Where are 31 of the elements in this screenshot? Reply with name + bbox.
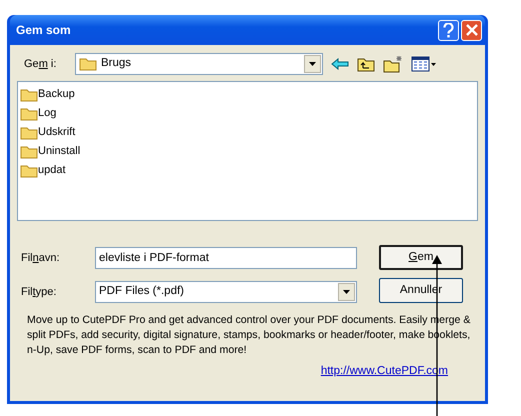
caret-icon — [343, 290, 350, 294]
up-folder-icon[interactable] — [357, 56, 375, 72]
save-in-label: Gem i: — [23, 56, 58, 72]
folder-icon — [20, 88, 38, 102]
save-in-dropdown[interactable]: Brugs — [75, 53, 323, 75]
file-type-label: Filtype: — [20, 284, 58, 300]
file-name-field[interactable]: elevliste i PDF-format — [95, 247, 357, 269]
file-type-dropdown[interactable]: PDF Files (*.pdf) — [95, 281, 357, 303]
file-name-label: Filnavn: — [20, 250, 61, 266]
back-arrow-icon[interactable] — [331, 58, 349, 70]
folder-item[interactable]: updat — [20, 161, 475, 180]
help-button[interactable] — [438, 20, 459, 40]
folder-icon — [20, 164, 38, 178]
save-button[interactable]: Gem — [379, 245, 463, 270]
folder-icon — [20, 144, 38, 158]
folder-item[interactable]: Uninstall — [20, 142, 475, 161]
new-folder-icon[interactable] — [383, 55, 403, 73]
folder-icon — [79, 57, 97, 71]
close-icon — [466, 24, 478, 36]
folder-item[interactable]: Backup — [20, 85, 475, 104]
folder-icon — [20, 106, 38, 120]
folder-item[interactable]: Udskrift — [20, 123, 475, 142]
caret-icon — [309, 62, 316, 66]
folder-item[interactable]: Log — [20, 104, 475, 123]
close-button[interactable] — [461, 20, 482, 40]
window-title: Gem som — [16, 22, 72, 39]
save-in-value: Brugs — [101, 56, 132, 72]
view-menu-icon[interactable] — [411, 56, 437, 72]
folder-icon — [20, 126, 38, 140]
help-icon — [443, 22, 454, 38]
file-type-value: PDF Files (*.pdf) — [99, 284, 184, 300]
